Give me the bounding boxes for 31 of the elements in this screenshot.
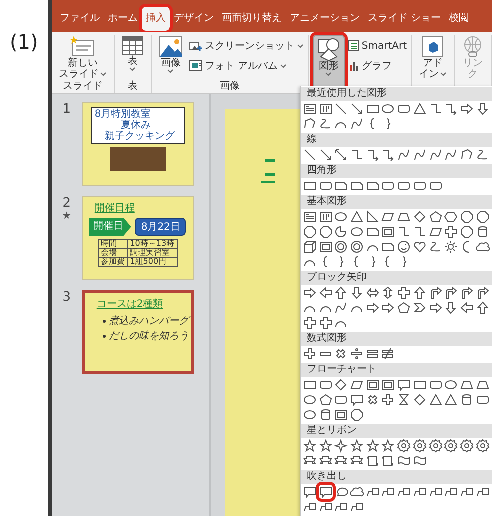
date-shape: 8月22日 [135,218,186,236]
gallery-category-header: 線 [301,133,492,147]
gallery-category-header: 最近使用した図形 [301,87,492,101]
transition-star-mark: ★ [62,211,72,222]
table-cell: 時間 [98,240,128,248]
table-cell: 1組500円 [128,258,178,266]
gallery-category-header: 吹き出し [301,470,492,484]
gallery-category-header: フローチャート [301,363,492,377]
slide-title-line: 夏休み [120,120,152,131]
table-cell: 会場 [98,248,128,258]
table-cell: 調理実習室 [128,248,178,258]
table-cell: 10時～13時 [128,240,178,248]
slide-number: 1 [62,102,72,117]
bullet-text: 煮込みハンバーグ [108,314,189,328]
slide-heading: 開催日程 [94,202,135,215]
figure-label: (1) [9,29,40,56]
gallery-category-header: 星とリボン [301,424,492,438]
slide-number: 2 [62,196,72,211]
ribbon-group-label: 表 [126,81,139,93]
slide-title-line: 親子クッキング [104,131,176,142]
gallery-category-header: 四角形 [301,164,492,178]
slide-title-line: 8月特別教室 [94,109,152,120]
slide-number: 3 [62,290,72,305]
table-cell: 参加費 [98,258,128,266]
ribbon-group-label: 画像 [218,81,241,93]
gallery-category-header: 基本図形 [301,195,492,209]
slide-heading: コースは2種類 [96,298,164,311]
ribbon-group-label: スライド [62,81,104,93]
bullet-text: だしの味を知ろう [108,330,189,343]
gallery-category-header: ブロック矢印 [301,271,492,285]
gallery-category-header: 数式図形 [301,332,492,346]
